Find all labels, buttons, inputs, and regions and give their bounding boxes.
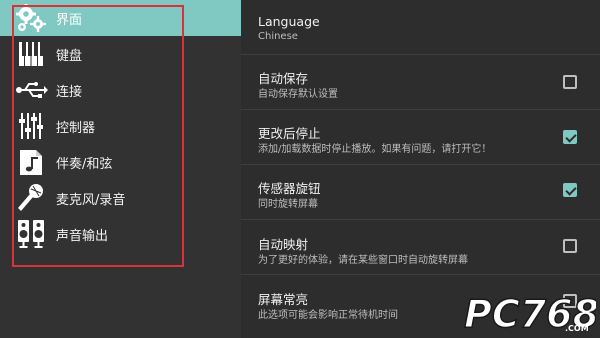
gears-icon — [14, 2, 48, 34]
sidebar-item-connection[interactable]: 连接 — [0, 72, 241, 108]
keyboard-icon — [14, 38, 48, 70]
auto-save-checkbox[interactable] — [563, 75, 577, 89]
sidebar-item-label: 控制器 — [56, 120, 96, 136]
setting-summary: 同时旋转屏幕 — [258, 199, 318, 210]
sidebar-item-keyboard[interactable]: 键盘 — [0, 36, 241, 72]
sidebar-item-label: 连接 — [56, 84, 83, 100]
setting-sensor-knob[interactable]: 传感器旋钮 同时旋转屏幕 — [241, 165, 600, 219]
sidebar-item-accompaniment[interactable]: 伴奏/和弦 — [0, 144, 241, 180]
setting-screen-always-on[interactable]: 屏幕常亮 此选项可能会影响正常待机时间 — [241, 275, 600, 329]
sidebar-item-sound-output[interactable]: 声音输出 — [0, 216, 241, 252]
setting-auto-save[interactable]: 自动保存 自动保存默认设置 — [241, 55, 600, 109]
setting-auto-mapping[interactable]: 自动映射 为了更好的体验，请在某些窗口时自动旋转屏幕 — [241, 220, 600, 274]
music-note-icon — [14, 146, 48, 178]
usb-icon — [14, 74, 48, 106]
sliders-icon — [14, 110, 48, 142]
sidebar-item-label: 键盘 — [56, 48, 83, 64]
setting-summary: 添加/加载数据时停止播放。如果有问题，请打开它！ — [258, 144, 492, 155]
setting-summary: Chinese — [258, 31, 298, 42]
stop-after-change-checkbox[interactable] — [563, 130, 577, 144]
screen-always-on-checkbox[interactable] — [563, 294, 577, 308]
sensor-knob-checkbox[interactable] — [563, 183, 577, 197]
microphone-icon — [14, 182, 48, 214]
setting-title: Language — [258, 14, 320, 29]
setting-summary: 自动保存默认设置 — [258, 89, 338, 100]
speakers-icon — [14, 218, 48, 250]
setting-language[interactable]: Language Chinese — [241, 0, 600, 54]
setting-summary: 此选项可能会影响正常待机时间 — [258, 310, 398, 321]
sidebar-item-label: 声音输出 — [56, 228, 109, 244]
sidebar-item-microphone[interactable]: 麦克风/录音 — [0, 180, 241, 216]
sidebar: 界面 键盘 连接 控制器 伴奏/和弦 麦克风/录音 声音输出 — [0, 0, 241, 338]
setting-summary: 为了更好的体验，请在某些窗口时自动旋转屏幕 — [258, 255, 468, 266]
settings-panel: Language Chinese 自动保存 自动保存默认设置 更改后停止 添加/… — [241, 0, 600, 338]
setting-stop-after-change[interactable]: 更改后停止 添加/加载数据时停止播放。如果有问题，请打开它！ — [241, 110, 600, 164]
sidebar-item-label: 伴奏/和弦 — [56, 156, 113, 172]
sidebar-item-interface[interactable]: 界面 — [0, 0, 241, 36]
sidebar-item-label: 麦克风/录音 — [56, 192, 126, 208]
sidebar-item-controller[interactable]: 控制器 — [0, 108, 241, 144]
auto-mapping-checkbox[interactable] — [563, 239, 577, 253]
sidebar-item-label: 界面 — [56, 12, 83, 28]
